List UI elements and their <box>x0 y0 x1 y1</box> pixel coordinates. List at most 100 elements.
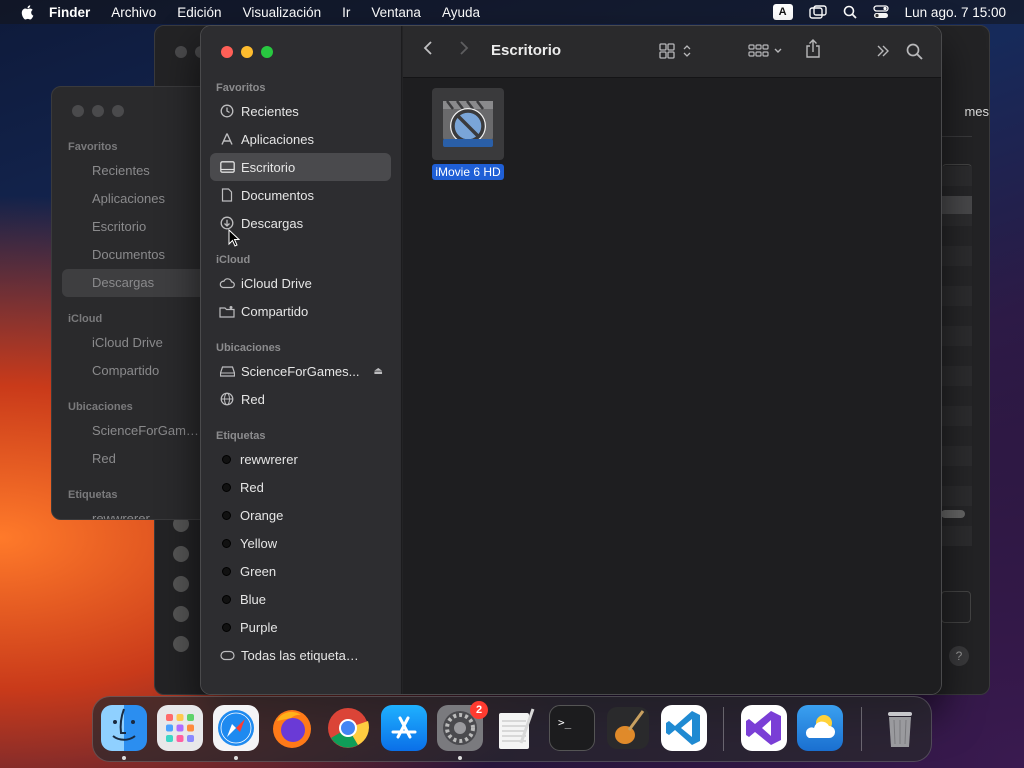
sidebar-item[interactable]: Compartido <box>92 363 159 378</box>
sidebar-all-tags[interactable]: Todas las etiquetas... <box>210 641 391 669</box>
control-center-icon[interactable] <box>873 5 889 19</box>
back-button[interactable] <box>423 40 433 56</box>
chrome-icon[interactable] <box>325 705 371 751</box>
sidebar-item[interactable]: Aplicaciones <box>92 191 165 206</box>
file-item[interactable]: iMovie 6 HD <box>429 88 507 181</box>
sidebar-item[interactable]: Recientes <box>92 163 150 178</box>
window-controls <box>221 46 281 58</box>
finder-icon[interactable] <box>101 705 147 751</box>
safari-icon[interactable] <box>213 705 259 751</box>
sidebar-item[interactable]: Escritorio <box>92 219 146 234</box>
input-source-icon[interactable]: A <box>772 4 793 20</box>
garageband-icon[interactable] <box>605 705 651 751</box>
sidebar-item[interactable]: Red <box>92 451 116 466</box>
group-by-icon[interactable] <box>748 43 784 59</box>
menu-ayuda[interactable]: Ayuda <box>442 5 480 20</box>
stage-manager-icon[interactable] <box>808 5 827 19</box>
sidebar-tag-blue[interactable]: Blue <box>210 585 391 613</box>
menu-ventana[interactable]: Ventana <box>371 5 421 20</box>
zoom-button[interactable] <box>261 46 273 58</box>
finder-content[interactable]: Escritorio iMovie 6 HD <box>403 26 941 694</box>
sidebar-item-label: Red <box>241 391 265 407</box>
sidebar-tag-yellow[interactable]: Yellow <box>210 529 391 557</box>
sidebar-item[interactable]: Descargas <box>92 275 154 290</box>
menu-visualizacion[interactable]: Visualización <box>243 5 322 20</box>
eject-icon[interactable]: ⏏ <box>374 366 383 377</box>
sidebar-item-red[interactable]: Red <box>210 385 391 413</box>
sidebar-item-aplicaciones[interactable]: Aplicaciones <box>210 125 391 153</box>
document-icon <box>218 186 236 204</box>
inactive-minimize-button[interactable] <box>92 105 104 117</box>
sidebar-item[interactable]: ScienceForGam… <box>92 423 199 438</box>
share-icon[interactable] <box>805 39 821 59</box>
view-mode-icon[interactable] <box>659 43 695 59</box>
textedit-icon[interactable] <box>493 705 539 751</box>
partial-text: mes <box>964 104 989 119</box>
minimize-button[interactable] <box>241 46 253 58</box>
section-etiquetas: Etiquetas <box>216 430 266 442</box>
sidebar-item-label: Documentos <box>241 187 314 203</box>
app-icon <box>173 636 189 652</box>
sidebar-tag-orange[interactable]: Orange <box>210 501 391 529</box>
sidebar-tag-green[interactable]: Green <box>210 557 391 585</box>
running-indicator <box>458 756 462 760</box>
menu-ir[interactable]: Ir <box>342 5 350 20</box>
network-icon <box>218 390 236 408</box>
launchpad-icon[interactable] <box>157 705 203 751</box>
sidebar-item-recientes[interactable]: Recientes <box>210 97 391 125</box>
search-icon[interactable] <box>906 43 923 60</box>
window-title: Escritorio <box>491 42 562 59</box>
inactive-close-button[interactable] <box>175 46 187 58</box>
menu-finder[interactable]: Finder <box>49 5 90 20</box>
forward-button[interactable] <box>459 40 469 56</box>
spotlight-search-icon[interactable] <box>843 5 857 19</box>
tag-dot-icon <box>222 538 231 548</box>
imovie-prohibited-icon <box>432 88 504 160</box>
sidebar-item-escritorio[interactable]: Escritorio <box>210 153 391 181</box>
sidebar-item-compartido[interactable]: Compartido <box>210 297 391 325</box>
vscode-icon[interactable] <box>661 705 707 751</box>
more-toolbar-icon[interactable] <box>876 44 890 58</box>
sidebar-item[interactable]: Documentos <box>92 247 165 262</box>
file-name-label: iMovie 6 HD <box>432 164 504 180</box>
app-icon <box>173 546 189 562</box>
sidebar-tag-rewwrerer[interactable]: rewwrerer <box>210 445 391 473</box>
shared-folder-icon <box>218 302 236 320</box>
sidebar-tag-red[interactable]: Red <box>210 473 391 501</box>
running-indicator <box>122 756 126 760</box>
inactive-zoom-button[interactable] <box>112 105 124 117</box>
sidebar-item-icloud-drive[interactable]: iCloud Drive <box>210 269 391 297</box>
menu-edicion[interactable]: Edición <box>177 5 221 20</box>
help-button[interactable]: ? <box>949 646 969 666</box>
scrollbar[interactable] <box>941 510 965 518</box>
finder-sidebar: Favoritos Recientes Aplicaciones Escrito… <box>201 26 402 694</box>
close-button[interactable] <box>221 46 233 58</box>
sidebar-item[interactable]: rewwrerer <box>92 511 150 519</box>
input-box[interactable] <box>941 591 971 623</box>
tag-dot-icon <box>222 594 231 604</box>
menubar-clock[interactable]: Lun ago. 7 15:00 <box>905 5 1006 20</box>
sidebar-item-volume[interactable]: ScienceForGames... ⏏ <box>210 357 391 385</box>
terminal-icon[interactable]: >_ <box>549 705 595 751</box>
tag-dot-icon <box>222 454 231 464</box>
trash-icon[interactable] <box>877 705 923 751</box>
sidebar-item-label: Yellow <box>240 535 278 551</box>
selected-row[interactable] <box>942 196 972 214</box>
section-ubicaciones: Ubicaciones <box>216 342 281 354</box>
finder-window[interactable]: Favoritos Recientes Aplicaciones Escrito… <box>200 25 942 695</box>
weather-icon[interactable] <box>797 705 843 751</box>
firefox-icon[interactable] <box>269 705 315 751</box>
sidebar-tag-purple[interactable]: Purple <box>210 613 391 641</box>
sidebar-item-documentos[interactable]: Documentos <box>210 181 391 209</box>
app-store-icon[interactable] <box>381 705 427 751</box>
sidebar-item-label: Orange <box>240 507 284 523</box>
tag-dot-icon <box>222 482 231 492</box>
menu-archivo[interactable]: Archivo <box>111 5 156 20</box>
background-finder-window[interactable]: Favoritos Recientes Aplicaciones Escrito… <box>51 86 201 520</box>
visual-studio-icon[interactable] <box>741 705 787 751</box>
notification-badge: 2 <box>470 701 488 719</box>
inactive-close-button[interactable] <box>72 105 84 117</box>
apple-menu-icon[interactable] <box>20 4 36 20</box>
sidebar-item[interactable]: iCloud Drive <box>92 335 163 350</box>
sidebar-item-label: Blue <box>240 591 267 607</box>
